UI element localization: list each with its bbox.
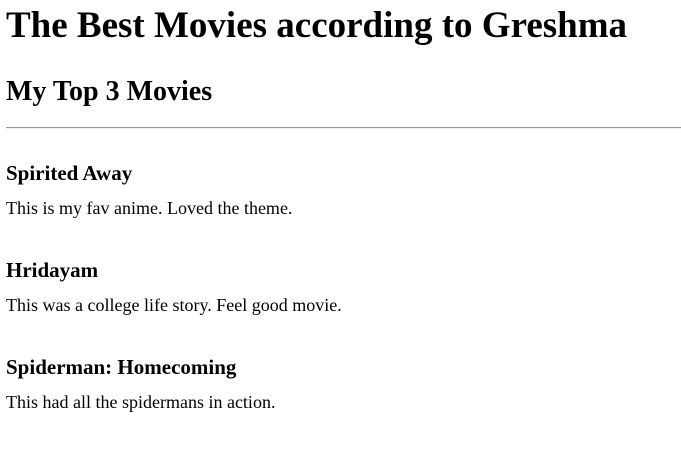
movie-title: Spiderman: Homecoming xyxy=(6,355,237,379)
movie-title: Spirited Away xyxy=(6,161,133,185)
movie-description: This is my fav anime. Loved the theme. xyxy=(6,198,293,218)
divider xyxy=(6,127,681,129)
movie-item: Hridayam This was a college life story. … xyxy=(6,257,342,315)
movie-description: This had all the spidermans in action. xyxy=(6,392,276,412)
page-title: The Best Movies according to Greshma xyxy=(6,5,628,46)
movie-item: Spiderman: Homecoming This had all the s… xyxy=(6,354,275,412)
movie-title: Hridayam xyxy=(6,258,99,282)
section-heading: My Top 3 Movies xyxy=(6,76,213,107)
movie-description: This was a college life story. Feel good… xyxy=(6,295,342,315)
movie-item: Spirited Away This is my fav anime. Love… xyxy=(6,160,292,218)
